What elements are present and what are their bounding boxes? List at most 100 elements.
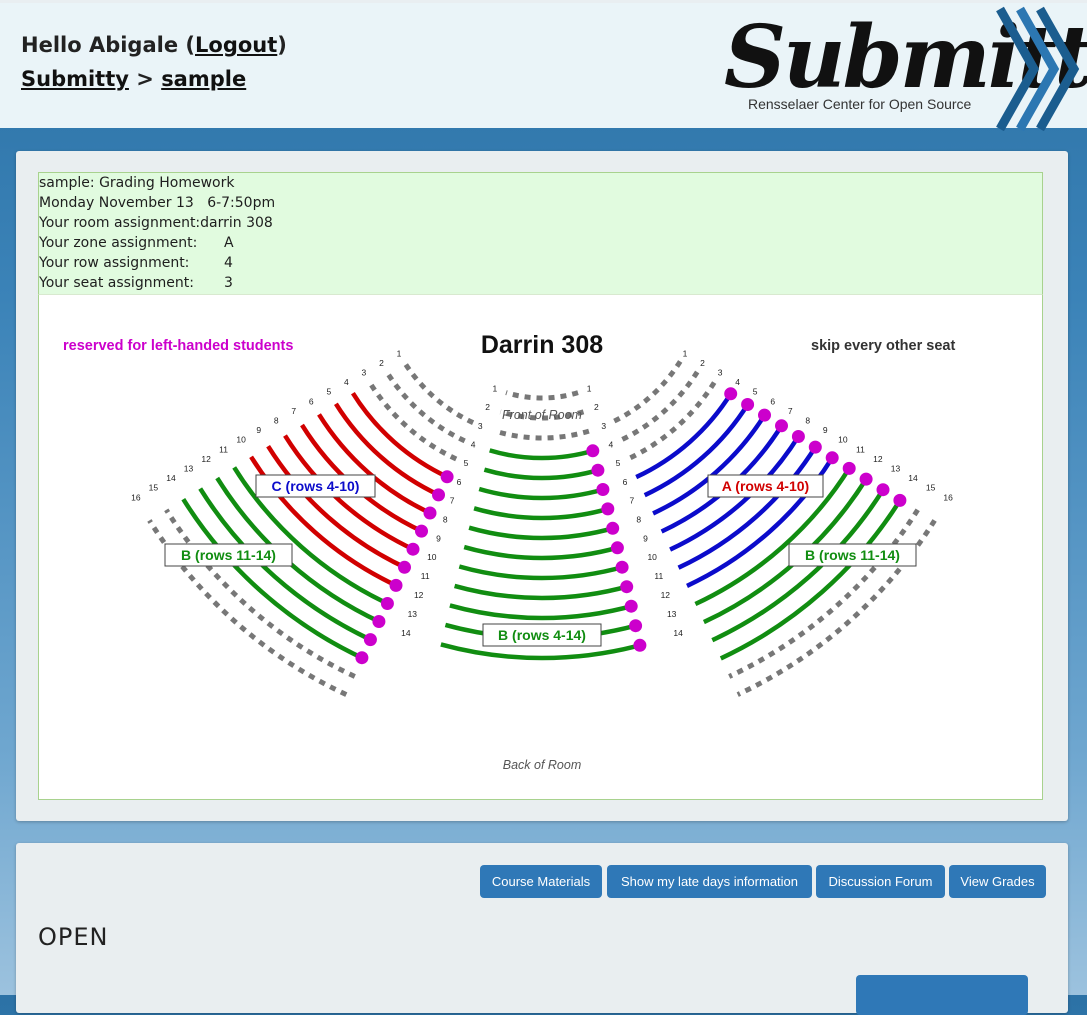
right-row-number-11: 11 [219, 444, 228, 454]
reserved-seat-left-11 [842, 461, 856, 475]
course-materials-button[interactable]: Course Materials [480, 865, 602, 898]
center-row-11 [453, 583, 631, 601]
center-row-number-13: 13 [667, 609, 677, 619]
right-row-3 [367, 381, 458, 462]
center-row-number-7: 7 [630, 496, 635, 506]
reserved-seat-center-12 [624, 599, 638, 613]
reserved-seat-center-5 [591, 463, 605, 477]
left-row-3 [626, 381, 717, 462]
back-of-room-label: Back of Room [503, 758, 582, 772]
row-value: 4 [224, 255, 233, 271]
center-row-6 [478, 486, 606, 501]
right-row-number-4: 4 [344, 377, 349, 387]
zone-b-right-label: B (rows 11-14) [805, 547, 900, 563]
right-row-number-6: 6 [309, 396, 314, 406]
row-row: Your row assignment: 4 [39, 253, 1042, 273]
gradeable-action-button[interactable] [856, 975, 1028, 1015]
submitty-logo[interactable]: Submitty Rensselaer Center for Open Sour… [722, 5, 1087, 131]
zone-b-left-label: B (rows 11-14) [181, 547, 276, 563]
center-row-number-5: 5 [616, 458, 621, 468]
reserved-seat-left-12 [859, 472, 873, 486]
exam-seating-panel: sample: Grading Homework Monday November… [16, 151, 1068, 821]
center-row-number-right-9: 9 [436, 533, 441, 543]
room-value: darrin 308 [200, 215, 273, 231]
right-row-number-15: 15 [149, 483, 159, 493]
left-row-number-5: 5 [753, 387, 758, 397]
exam-time: 6-7:50pm [207, 195, 276, 211]
reserved-seat-right-13 [363, 633, 377, 647]
left-row-1 [609, 360, 683, 425]
reserved-seat-left-6 [758, 408, 771, 422]
view-grades-button[interactable]: View Grades [949, 865, 1046, 898]
zone-value: A [224, 235, 234, 251]
reserved-seat-right-5 [432, 488, 445, 502]
reserved-seat-left-9 [808, 440, 822, 454]
exam-assignment-info: sample: Grading Homework Monday November… [38, 172, 1043, 295]
reserved-seat-center-4 [586, 444, 600, 458]
right-row-number-7: 7 [291, 406, 296, 416]
row-label: Your row assignment: [39, 255, 190, 271]
zone-a-label: A (rows 4-10) [722, 478, 809, 494]
logout-link[interactable]: Logout [195, 33, 277, 57]
reserved-seat-center-11 [620, 580, 634, 594]
right-row-number-12: 12 [201, 454, 211, 464]
breadcrumb-separator: > [136, 67, 154, 91]
logo-subtitle: Rensselaer Center for Open Source [748, 96, 972, 112]
seating-map-diagram: 1122334455667788991010111112121313141412… [63, 331, 955, 772]
room-row: Your room assignment:darrin 308 [39, 213, 1042, 233]
center-row-10 [458, 564, 626, 581]
left-row-number-13: 13 [891, 464, 901, 474]
center-row-number-6: 6 [623, 477, 628, 487]
left-row-number-11: 11 [856, 444, 865, 454]
center-row-number-right-6: 6 [457, 477, 462, 487]
center-row-number-right-4: 4 [471, 440, 476, 450]
left-row-2 [618, 370, 700, 444]
right-row-number-13: 13 [184, 464, 194, 474]
center-row-number-right-11: 11 [421, 571, 430, 581]
center-row-number-right-5: 5 [464, 458, 469, 468]
left-row-number-8: 8 [805, 416, 810, 426]
breadcrumb-course-link[interactable]: sample [161, 67, 246, 91]
left-row-number-9: 9 [823, 425, 828, 435]
center-row-number-2: 2 [594, 402, 599, 412]
reserved-seat-center-6 [596, 483, 610, 496]
exam-datetime-row: Monday November 13 6-7:50pm [39, 193, 1042, 213]
exam-date: Monday November 13 [39, 195, 194, 211]
center-row-3 [494, 428, 590, 441]
center-row-number-3: 3 [601, 421, 606, 431]
center-row-8 [468, 525, 616, 541]
reserved-seat-center-7 [601, 502, 615, 516]
open-section-title: OPEN [38, 923, 109, 951]
late-days-button[interactable]: Show my late days information [607, 865, 812, 898]
reserved-seat-left-14 [893, 493, 907, 507]
left-row-number-6: 6 [770, 396, 775, 406]
center-row-7 [473, 506, 611, 521]
reserved-seat-center-14 [633, 638, 647, 652]
reserved-seat-right-8 [406, 542, 420, 556]
center-row-number-right-3: 3 [478, 421, 483, 431]
reserved-seat-center-13 [629, 619, 643, 633]
left-row-number-4: 4 [735, 377, 740, 387]
left-row-number-12: 12 [873, 454, 883, 464]
center-row-4 [489, 448, 595, 461]
center-row-number-8: 8 [636, 515, 641, 525]
right-row-number-3: 3 [362, 368, 367, 378]
center-row-number-right-12: 12 [414, 590, 424, 600]
zone-row: Your zone assignment: A [39, 233, 1042, 253]
reserved-seat-center-8 [606, 521, 620, 535]
seating-map: 1 1 2 2 3 3 4 4 5 5 6 6 7 7 8 8 9 9 10 10 11 11 12 12 13 13 14 14 1 2… [38, 294, 1043, 800]
skip-seat-note: skip every other seat [811, 338, 955, 354]
center-row-9 [463, 544, 621, 561]
right-row-number-14: 14 [166, 473, 176, 483]
reserved-seat-center-9 [610, 541, 624, 555]
center-row-5 [483, 467, 601, 481]
reserved-seat-left-8 [791, 430, 805, 443]
breadcrumb-submitty-link[interactable]: Submitty [21, 67, 129, 91]
center-row-number-14: 14 [673, 628, 683, 638]
right-row-1 [401, 360, 475, 425]
right-row-number-5: 5 [327, 387, 332, 397]
center-row-number-right-13: 13 [408, 609, 418, 619]
zone-label: Your zone assignment: [39, 235, 198, 251]
reserved-seat-right-11 [380, 597, 394, 610]
discussion-forum-button[interactable]: Discussion Forum [816, 865, 945, 898]
